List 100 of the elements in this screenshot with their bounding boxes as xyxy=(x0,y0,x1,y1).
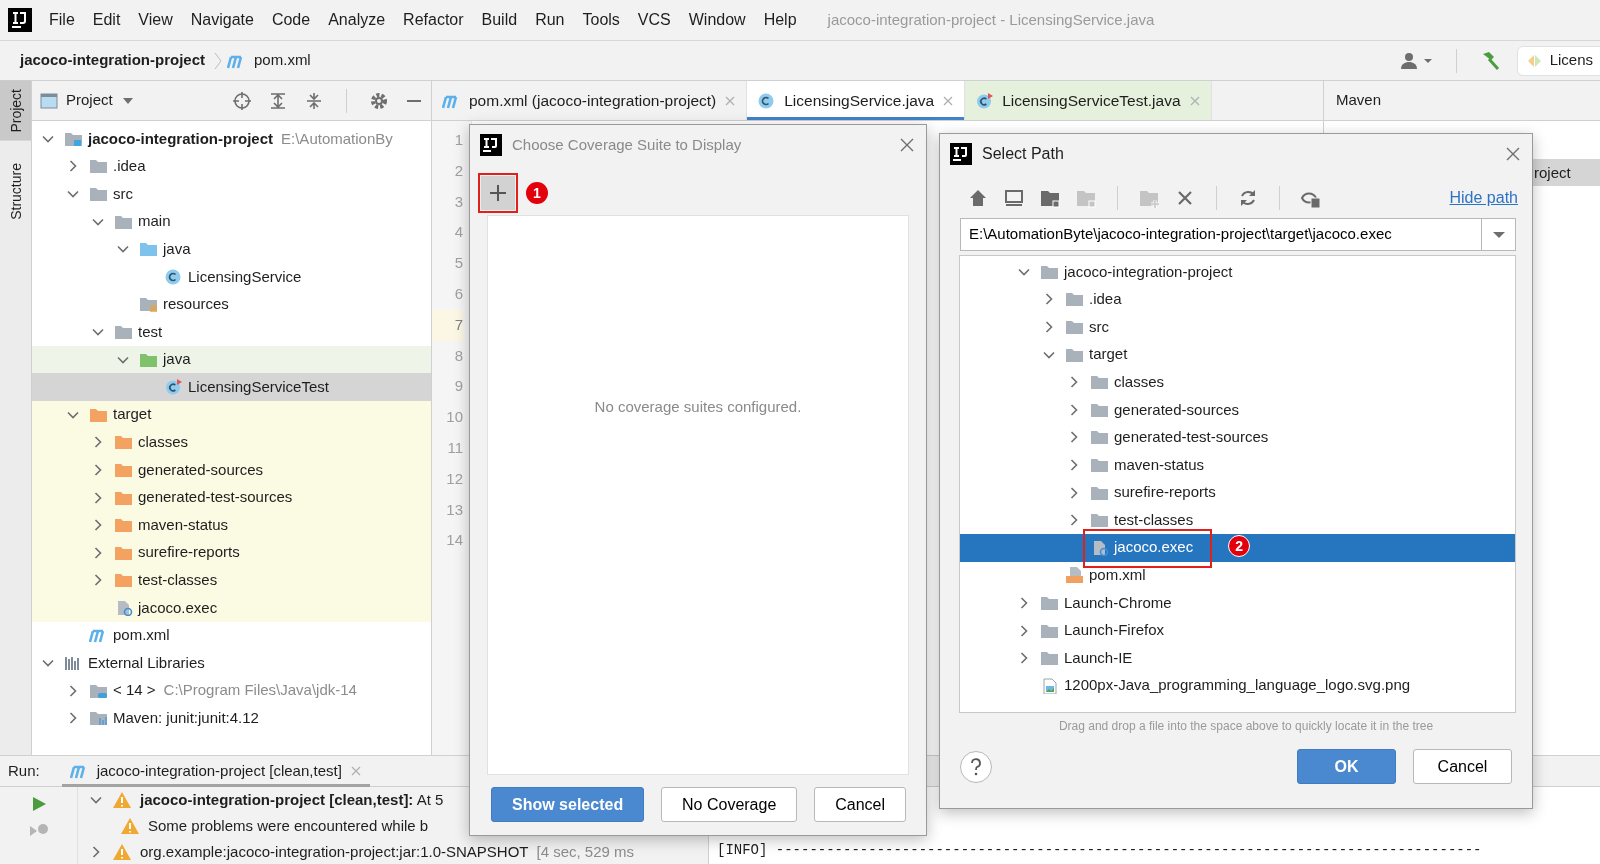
tree-item[interactable]: pom.xml xyxy=(960,561,1515,590)
tree-item[interactable]: main xyxy=(32,207,431,236)
line-number: 8 xyxy=(453,345,463,366)
tree-item[interactable]: jacoco-integration-project E:\AutomationBy xyxy=(32,125,431,153)
tree-item[interactable]: java xyxy=(32,235,431,263)
tree-item[interactable]: jacoco-integration-project xyxy=(960,258,1515,286)
menu-item[interactable]: VCS xyxy=(628,8,680,32)
editor-tab[interactable]: LicensingService.java xyxy=(747,81,966,120)
folder-icon xyxy=(114,544,133,561)
log-text: jacoco-integration-project [clean,test]: At 5 xyxy=(140,789,444,810)
tree-item[interactable]: test-classes xyxy=(960,506,1515,534)
side-tab[interactable]: Structure xyxy=(0,154,31,228)
tree-item[interactable]: .idea xyxy=(960,285,1515,314)
collapse-all-icon[interactable] xyxy=(304,90,324,111)
menu-item[interactable]: Code xyxy=(262,8,320,32)
tree-item[interactable]: .idea xyxy=(32,152,431,181)
menu-item[interactable]: Edit xyxy=(83,8,130,32)
folder-icon xyxy=(114,461,133,478)
tree-item[interactable]: maven-status xyxy=(32,511,431,539)
button[interactable]: Cancel xyxy=(1413,749,1512,784)
tree-item[interactable]: Launch-Chrome xyxy=(960,589,1515,617)
tree-item[interactable]: External Libraries xyxy=(32,649,431,677)
menu-item[interactable]: Tools xyxy=(573,8,629,32)
settings-icon[interactable] xyxy=(369,90,389,111)
hide-path-link[interactable]: Hide path xyxy=(1449,186,1518,210)
menu-item[interactable]: Build xyxy=(472,8,527,32)
button[interactable]: Cancel xyxy=(814,787,906,822)
primary-button[interactable]: OK xyxy=(1297,749,1396,784)
tree-item[interactable]: Launch-Firefox xyxy=(960,616,1515,645)
library-icon xyxy=(89,710,108,727)
tree-item[interactable]: generated-test-sources xyxy=(32,483,431,512)
line-number: 6 xyxy=(453,284,463,304)
menu-item[interactable]: Window xyxy=(679,8,755,32)
tree-item[interactable]: Maven: junit:junit:4.12 xyxy=(32,704,431,733)
tree-item[interactable]: surefire-reports xyxy=(960,478,1515,507)
folder-icon xyxy=(89,158,108,175)
line-number: 5 xyxy=(453,253,463,274)
tree-item[interactable]: target xyxy=(32,400,431,429)
menu-item[interactable]: Refactor xyxy=(394,8,473,32)
menu-item[interactable]: Help xyxy=(754,8,806,32)
menu-item[interactable]: Run xyxy=(526,8,574,32)
editor-tab[interactable]: LicensingServiceTest.java xyxy=(965,81,1212,120)
item-label: src xyxy=(1089,316,1109,337)
run-tab[interactable]: jacoco-integration-project [clean,test] xyxy=(61,755,370,787)
tree-item[interactable]: < 14 > C:\Program Files\Java\jdk-14 xyxy=(32,676,431,705)
caret-icon xyxy=(1491,229,1506,240)
folder-icon xyxy=(114,572,133,589)
tree-item[interactable]: test xyxy=(32,318,431,346)
tree-item[interactable]: classes xyxy=(32,428,431,457)
folder-icon xyxy=(89,186,108,202)
tree-item[interactable]: Launch-IE xyxy=(960,644,1515,672)
tree-item[interactable]: 1200px-Java_programming_language_logo.svg.png xyxy=(960,671,1515,700)
tree-item[interactable]: jacoco.exec xyxy=(32,594,431,622)
item-label: generated-test-sources xyxy=(1114,427,1269,448)
tree-item[interactable]: generated-test-sources xyxy=(960,423,1515,452)
tree-item[interactable]: generated-sources xyxy=(960,395,1515,424)
user-caret-icon[interactable] xyxy=(1399,50,1434,71)
menu-item[interactable]: View xyxy=(129,8,182,32)
close-icon[interactable] xyxy=(898,136,916,154)
add-icon[interactable] xyxy=(480,175,516,211)
side-tab[interactable]: Project xyxy=(0,81,31,141)
tree-item[interactable]: target xyxy=(960,340,1515,369)
button[interactable]: No Coverage xyxy=(661,787,798,822)
tree-item[interactable]: LicensingServiceTest xyxy=(32,373,431,401)
primary-button[interactable]: Show selected xyxy=(491,787,645,822)
console-line: [INFO] ------------------------------------------------------------------------------------ xyxy=(717,841,1482,860)
breadcrumb-item[interactable]: pom.xml xyxy=(250,49,315,72)
separator-icon xyxy=(213,50,224,71)
menu-item[interactable]: File xyxy=(40,8,84,32)
monitor-icon[interactable] xyxy=(1003,187,1025,209)
item-label: generated-sources xyxy=(1114,399,1240,420)
tree-item[interactable]: maven-status xyxy=(960,451,1515,479)
path-field[interactable]: E:\AutomationByte\jacoco-integration-project\target\jacoco.exec xyxy=(960,218,1482,251)
view-selector[interactable]: Project xyxy=(40,89,135,112)
item-label: Launch-IE xyxy=(1064,647,1133,668)
dropdown-button[interactable] xyxy=(1482,218,1516,251)
help-button[interactable] xyxy=(960,750,992,783)
tree-item[interactable]: LicensingService xyxy=(32,262,431,291)
tree-item[interactable]: pom.xml xyxy=(32,621,431,650)
tree-item[interactable]: generated-sources xyxy=(32,456,431,484)
tree-item[interactable]: java xyxy=(32,345,431,374)
locate-icon[interactable] xyxy=(232,90,252,111)
tree-item[interactable]: src xyxy=(32,180,431,208)
tree-item[interactable]: classes xyxy=(960,368,1515,396)
close-icon[interactable] xyxy=(1504,145,1522,163)
item-label: jacoco-integration-project xyxy=(1064,261,1233,282)
run-config-selector[interactable]: Licens xyxy=(1516,45,1600,76)
tree-item[interactable]: surefire-reports xyxy=(32,538,431,567)
breadcrumb-item[interactable]: jacoco-integration-project xyxy=(16,49,210,72)
expand-all-icon[interactable] xyxy=(268,90,288,111)
menu-item[interactable]: Analyze xyxy=(319,8,395,32)
folder-icon xyxy=(1040,594,1059,611)
tree-item[interactable]: test-classes xyxy=(32,566,431,595)
panel-label: Run: xyxy=(8,760,40,781)
tree-item[interactable]: resources xyxy=(32,290,431,319)
menu-item[interactable]: Navigate xyxy=(181,8,263,32)
line-number: 13 xyxy=(445,499,463,520)
line-number: 7 xyxy=(432,309,463,341)
item-label: Maven: junit:junit:4.12 xyxy=(113,708,259,728)
tree-item[interactable]: src xyxy=(960,313,1515,341)
